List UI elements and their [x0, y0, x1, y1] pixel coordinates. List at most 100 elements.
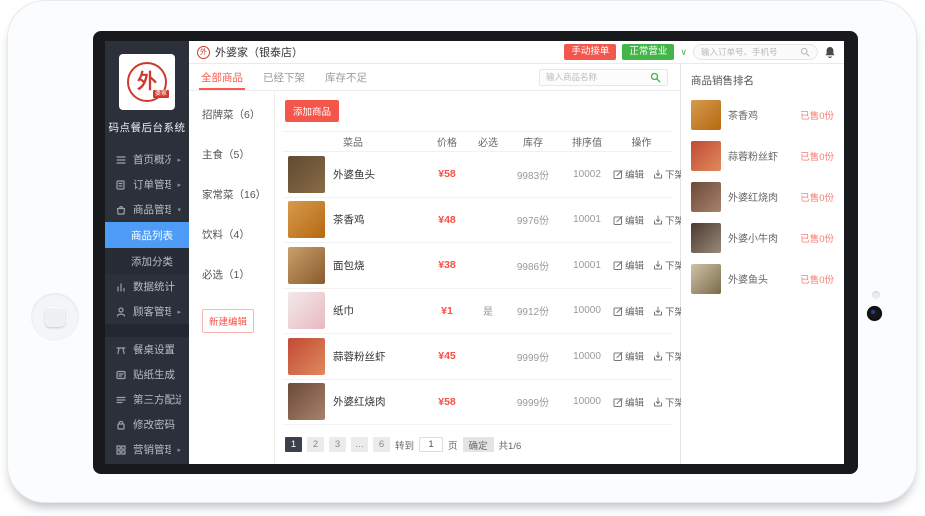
edit-button[interactable]: 编辑	[613, 304, 644, 318]
page: 外 婆家 码点餐后台系统 首页概况 ▸ 订单管理	[0, 0, 925, 516]
sidebar-item-product-management[interactable]: 商品管理 ▾	[105, 197, 189, 222]
sidebar-item-add-category[interactable]: 添加分类	[105, 248, 189, 274]
brand-logo-character: 外	[137, 72, 157, 92]
topbar: 外 外婆家（银泰店） 手动接单 正常营业 ∨	[189, 41, 844, 64]
sidebar-item-sticker-generation[interactable]: 贴纸生成	[105, 362, 189, 387]
ranking-sold-count: 已售0份	[800, 272, 834, 286]
table-icon	[115, 344, 127, 356]
sidebar-item-change-password[interactable]: 修改密码	[105, 412, 189, 437]
dish-stock: 9999份	[505, 394, 561, 409]
off-shelf-button[interactable]: 下架	[653, 213, 684, 227]
sidebar: 外 婆家 码点餐后台系统 首页概况 ▸ 订单管理	[105, 41, 189, 464]
tab-low-stock[interactable]: 库存不足	[325, 64, 367, 90]
sidebar-item-home-overview[interactable]: 首页概况 ▸	[105, 147, 189, 172]
product-search-icon[interactable]	[650, 72, 661, 83]
pagination: 1 2 3 … 6 转到 页 确定 共	[285, 437, 672, 464]
edit-button[interactable]: 编辑	[613, 395, 644, 409]
dish-photo	[288, 156, 325, 193]
edit-button[interactable]: 编辑	[613, 167, 644, 181]
edit-button[interactable]: 编辑	[613, 213, 644, 227]
category-item-required[interactable]: 必选（1）	[202, 267, 274, 282]
business-status-button[interactable]: 正常营业	[622, 44, 674, 60]
product-search-box	[539, 69, 668, 86]
header-required: 必选	[471, 134, 505, 149]
goto-page-input[interactable]	[419, 437, 443, 452]
dish-photo	[288, 383, 325, 420]
dish-sort-value: 10000	[561, 396, 613, 407]
off-shelf-icon	[653, 397, 663, 407]
sidebar-item-product-list[interactable]: 商品列表	[105, 222, 189, 248]
category-list: 招牌菜（6） 主食（5） 家常菜（16） 饮料（4） 必选（1） 新建编辑	[189, 91, 275, 464]
product-section: 全部商品 已经下架 库存不足 招牌菜（6）	[189, 64, 681, 464]
page-total: 共1/6	[499, 438, 522, 452]
notification-bell-icon[interactable]	[824, 46, 836, 59]
off-shelf-button[interactable]: 下架	[653, 395, 684, 409]
sidebar-item-data-statistics[interactable]: 数据统计	[105, 274, 189, 299]
table-row: 蒜蓉粉丝虾 ¥45 9999份 10000 编辑 下架 删除	[283, 334, 672, 380]
dish-sort-value: 10001	[561, 260, 613, 271]
page-button-3[interactable]: 3	[329, 437, 346, 452]
page-button-1[interactable]: 1	[285, 437, 302, 452]
dish-stock: 9912份	[505, 303, 561, 318]
ranking-dish-photo	[691, 182, 721, 212]
edit-button[interactable]: 编辑	[613, 258, 644, 272]
orders-icon	[115, 179, 127, 191]
home-button[interactable]	[31, 293, 79, 341]
page-ellipsis: …	[351, 437, 368, 452]
edit-icon	[613, 260, 623, 270]
category-item-drinks[interactable]: 饮料（4）	[202, 227, 274, 242]
tab-off-shelf[interactable]: 已经下架	[263, 64, 305, 90]
table-header: 菜品 价格 必选 库存 排序值 操作	[283, 131, 672, 152]
goods-icon	[115, 204, 127, 216]
sidebar-item-customer-management[interactable]: 顾客管理 ▸	[105, 299, 189, 324]
tab-all-products[interactable]: 全部商品	[201, 64, 243, 90]
page-button-6[interactable]: 6	[373, 437, 390, 452]
dish-name: 茶香鸡	[333, 212, 365, 227]
brand-logo: 外 婆家	[119, 54, 175, 110]
off-shelf-button[interactable]: 下架	[653, 304, 684, 318]
ranking-dish-photo	[691, 223, 721, 253]
manual-accept-order-button[interactable]: 手动接单	[564, 44, 616, 60]
order-search-box	[693, 44, 818, 60]
off-shelf-icon	[653, 169, 663, 179]
person-icon	[115, 306, 127, 318]
sidebar-item-third-party-delivery[interactable]: 第三方配送	[105, 387, 189, 412]
sidebar-item-table-settings[interactable]: 餐桌设置	[105, 337, 189, 362]
sidebar-item-order-management[interactable]: 订单管理 ▸	[105, 172, 189, 197]
off-shelf-button[interactable]: 下架	[653, 349, 684, 363]
ranking-dish-photo	[691, 264, 721, 294]
header-sort: 排序值	[561, 134, 613, 149]
dish-photo	[288, 338, 325, 375]
dish-price: ¥58	[423, 168, 471, 180]
edit-button[interactable]: 编辑	[613, 349, 644, 363]
page-button-2[interactable]: 2	[307, 437, 324, 452]
sticker-icon	[115, 369, 127, 381]
category-item-staple[interactable]: 主食（5）	[202, 147, 274, 162]
table-row: 外婆鱼头 ¥58 9983份 10002 编辑 下架 删除	[283, 152, 672, 198]
content: 全部商品 已经下架 库存不足 招牌菜（6）	[189, 64, 844, 464]
dish-stock: 9986份	[505, 258, 561, 273]
edit-icon	[613, 306, 623, 316]
home-button-square	[45, 307, 65, 327]
category-item-homestyle[interactable]: 家常菜（16）	[202, 187, 274, 202]
dish-name: 面包烧	[333, 258, 365, 273]
page-unit-label: 页	[448, 438, 458, 452]
off-shelf-icon	[653, 215, 663, 225]
table-row: 面包烧 ¥38 9986份 10001 编辑 下架 删除	[283, 243, 672, 289]
product-search-input[interactable]	[546, 72, 646, 82]
sidebar-item-marketing-management[interactable]: 营销管理 ▸	[105, 437, 189, 462]
add-product-button[interactable]: 添加商品	[285, 100, 339, 122]
off-shelf-button[interactable]: 下架	[653, 167, 684, 181]
chevron-right-icon: ▸	[177, 308, 181, 316]
tablet-device-frame: 外 婆家 码点餐后台系统 首页概况 ▸ 订单管理	[7, 0, 917, 503]
order-search-input[interactable]	[701, 47, 796, 57]
ranking-item: 外婆小牛肉 已售0份	[691, 217, 834, 258]
category-item-signature[interactable]: 招牌菜（6）	[202, 107, 274, 122]
goto-confirm-button[interactable]: 确定	[463, 437, 494, 452]
new-edit-button[interactable]: 新建编辑	[202, 309, 254, 333]
off-shelf-icon	[653, 351, 663, 361]
status-chevron-down-icon[interactable]: ∨	[680, 47, 687, 58]
ranking-dish-name: 蒜蓉粉丝虾	[728, 148, 793, 163]
camera	[867, 306, 882, 321]
off-shelf-button[interactable]: 下架	[653, 258, 684, 272]
